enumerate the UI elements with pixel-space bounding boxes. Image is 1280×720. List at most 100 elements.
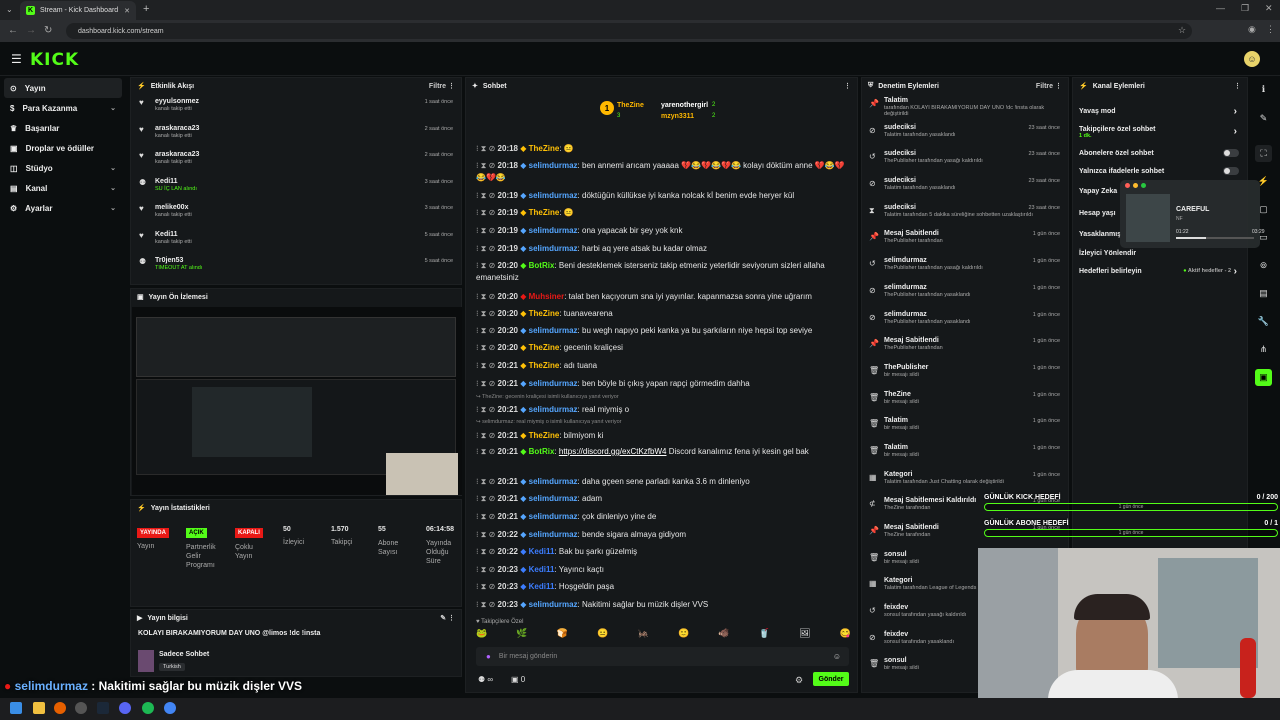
emote-icon[interactable]: 🐗 (718, 628, 729, 642)
mod-action-icon[interactable]: ⁝ ⧗ ⊘ (476, 431, 495, 440)
moderation-item[interactable]: ↺ selimdurmaz ThePublisher tarafından ya… (862, 254, 1068, 281)
moderation-item[interactable]: 📌 Mesaj Sabitlendi ThePublisher tarafınd… (862, 227, 1068, 254)
spotify-icon[interactable] (142, 702, 154, 714)
gifter-1-name[interactable]: TheZine (617, 102, 644, 109)
moderation-item[interactable]: 🗑 Talatim bir mesajı sildi 1 gün önce (862, 441, 1068, 468)
reload-icon[interactable]: ↻ (44, 25, 52, 36)
minimize-icon[interactable]: — (1216, 3, 1225, 13)
message-username[interactable]: selimdurmaz (529, 226, 578, 235)
chat-message[interactable]: ⁝ ⧗ ⊘ 20:22 ◆ Kedi11: Bak bu şarkı güzel… (476, 546, 848, 558)
activity-item[interactable]: ⚉ Kedi11 SU İÇ LAN alındı 3 saat önce (131, 174, 461, 201)
mod-action-icon[interactable]: ⁝ ⧗ ⊘ (476, 144, 495, 153)
hamburger-menu-icon[interactable]: ☰ (11, 52, 22, 66)
new-tab-icon[interactable]: + (143, 3, 149, 15)
mod-action-icon[interactable]: ⁝ ⧗ ⊘ (476, 547, 495, 556)
mod-action-icon[interactable]: ⁝ ⧗ ⊘ (476, 343, 495, 352)
activity-item[interactable]: ♥ eyyulsonmez kanalı takip etti 1 saat ö… (131, 94, 461, 121)
layout-rail-icon[interactable]: ▤ (1255, 285, 1272, 302)
pencil-rail-icon[interactable]: ✎ (1255, 110, 1272, 127)
chat-message[interactable]: ⁝ ⧗ ⊘ 20:20 ◆ Muhsiner: talat ben kaçıyo… (476, 291, 848, 303)
moderation-item[interactable]: ▦ Kategori Talatim tarafından Just Chatt… (862, 468, 1068, 495)
chat-message[interactable]: ⁝ ⧗ ⊘ 20:21 ◆ selimdurmaz: real miymiş o (476, 404, 848, 416)
chat-message[interactable]: ⁝ ⧗ ⊘ 20:19 ◆ selimdurmaz: harbi aq yere… (476, 243, 848, 255)
emote-icon[interactable]: 🦗 (638, 628, 649, 642)
activity-item[interactable]: ♥ Kedi11 kanalı takip etti 5 saat önce (131, 227, 461, 254)
chat-message[interactable]: ⁝ ⧗ ⊘ 20:23 ◆ Kedi11: Hoşgeldin paşa (476, 581, 848, 593)
close-window-icon[interactable]: ✕ (1265, 3, 1273, 14)
windows-start-icon[interactable] (10, 702, 22, 714)
gifter-3-name[interactable]: mzyn3311 (661, 113, 694, 120)
message-username[interactable]: TheZine (529, 309, 560, 318)
message-username[interactable]: selimdurmaz (529, 244, 578, 253)
followers-only-row[interactable]: Takipçilere özel sohbet 1 dk. › (1073, 120, 1247, 144)
emote-icon[interactable]: 🍞 (557, 628, 568, 642)
moderation-item[interactable]: ⊘ selimdurmaz ThePublisher tarafından ya… (862, 281, 1068, 308)
mod-action-icon[interactable]: ⁝ ⧗ ⊘ (476, 565, 495, 574)
mod-action-icon[interactable]: ⁝ ⧗ ⊘ (476, 530, 495, 539)
chrome-icon[interactable] (164, 702, 176, 714)
forward-icon[interactable]: → (26, 25, 36, 36)
tab-list-icon[interactable]: ⌄ (6, 5, 13, 14)
message-username[interactable]: Kedi11 (529, 582, 555, 591)
mod-action-icon[interactable]: ⁝ ⧗ ⊘ (476, 208, 495, 217)
obs-icon[interactable] (75, 702, 87, 714)
mod-action-icon[interactable]: ⁝ ⧗ ⊘ (476, 582, 495, 591)
chat-message[interactable]: ⁝ ⧗ ⊘ 20:20 ◆ TheZine: tuanavearena (476, 308, 848, 320)
emote-icon[interactable]: 🙂 (678, 628, 689, 642)
file-explorer-icon[interactable] (33, 702, 45, 714)
chat-input[interactable]: ● Bir mesaj gönderin ☺ (476, 647, 849, 666)
sidebar-item-droplar[interactable]: ▣ Droplar ve ödüller (0, 138, 126, 158)
message-username[interactable]: selimdurmaz (529, 477, 578, 486)
chat-message[interactable]: ⁝ ⧗ ⊘ 20:21 ◆ selimdurmaz: daha gçeen se… (476, 476, 848, 488)
lightning-rail-icon[interactable]: ⚡ (1255, 173, 1272, 190)
mod-action-icon[interactable]: ⁝ ⧗ ⊘ (476, 361, 495, 370)
message-username[interactable]: selimdurmaz (529, 191, 578, 200)
message-username[interactable]: TheZine (529, 361, 560, 370)
moderation-item[interactable]: ⊘ sudeciksi Talatim tarafından yasakland… (862, 174, 1068, 201)
subscribers-only-row[interactable]: Abonelere özel sohbet (1073, 144, 1247, 162)
url-input[interactable]: dashboard.kick.com/stream (66, 23, 1192, 39)
back-icon[interactable]: ← (8, 25, 18, 36)
emote-icon[interactable]: 🌿 (516, 628, 527, 642)
chat-message[interactable]: ⁝ ⧗ ⊘ 20:21 ◆ TheZine: adı tuana (476, 360, 848, 372)
close-dot-icon[interactable] (1125, 183, 1130, 188)
firefox-icon[interactable] (54, 702, 66, 714)
discord-icon[interactable] (119, 702, 131, 714)
emote-icon[interactable]: 😋 (840, 628, 851, 642)
broadcast-rail-icon[interactable]: ⊚ (1255, 257, 1272, 274)
moderation-item[interactable]: ⊘ selimdurmaz ThePublisher tarafından ya… (862, 308, 1068, 335)
message-link[interactable]: https://discord.gg/exCtKzfbW4 (559, 447, 667, 456)
mod-action-icon[interactable]: ⁝ ⧗ ⊘ (476, 292, 495, 301)
mod-action-icon[interactable]: ⁝ ⧗ ⊘ (476, 600, 495, 609)
slow-mode-row[interactable]: Yavaş mod › (1073, 102, 1247, 120)
chat-message[interactable]: ⁝ ⧗ ⊘ 20:21 ◆ BotRix: https://discord.gg… (476, 446, 848, 458)
expand-rail-icon[interactable]: ⛶ (1255, 145, 1272, 162)
message-username[interactable]: selimdurmaz (529, 405, 578, 414)
chat-rail-icon[interactable]: ▭ (1255, 229, 1272, 246)
chat-message[interactable]: ⁝ ⧗ ⊘ 20:19 ◆ selimdurmaz: ona yapacak b… (476, 225, 848, 237)
activity-filter-button[interactable]: Filtre ⋮ (429, 82, 455, 90)
message-username[interactable]: selimdurmaz (529, 512, 578, 521)
chat-menu-icon[interactable]: ⋮ (844, 82, 851, 90)
chat-message[interactable]: ⁝ ⧗ ⊘ 20:19 ◆ selimdurmaz: döktüğün küll… (476, 190, 848, 202)
stream-preview-video[interactable] (132, 307, 462, 495)
message-username[interactable]: TheZine (529, 431, 560, 440)
mod-action-icon[interactable]: ⁝ ⧗ ⊘ (476, 494, 495, 503)
mod-action-icon[interactable]: ⁝ ⧗ ⊘ (476, 477, 495, 486)
share-rail-icon[interactable]: ⋔ (1255, 341, 1272, 358)
microphone-icon[interactable]: ● (486, 652, 491, 661)
chat-message[interactable]: ⁝ ⧗ ⊘ 20:21 ◆ selimdurmaz: çok dinleniyo… (476, 511, 848, 523)
emote-only-row[interactable]: Yalnızca ifadelerle sohbet (1073, 162, 1247, 180)
mod-action-icon[interactable]: ⁝ ⧗ ⊘ (476, 309, 495, 318)
browser-tab[interactable]: K Stream - Kick Dashboard ✕ (20, 1, 136, 20)
moderation-item[interactable]: 🗑 ThePublisher bir mesajı sildi 1 gün ön… (862, 361, 1068, 388)
moderation-item[interactable]: 🗑 Talatim bir mesajı sildi 1 gün önce (862, 414, 1068, 441)
activity-item[interactable]: ⚉ Tr0jen53 TIMEOUT AT alındı 5 saat önce (131, 253, 461, 280)
bookmark-star-icon[interactable]: ☆ (1178, 25, 1186, 36)
emote-icon[interactable]: 🖼 (799, 628, 810, 642)
message-username[interactable]: BotRix (529, 261, 555, 270)
message-username[interactable]: selimdurmaz (529, 379, 578, 388)
gifter-2-name[interactable]: yarenothergirl (661, 102, 708, 109)
add-widget-rail-icon[interactable]: ▣ (1255, 369, 1272, 386)
sidebar-item-basarilar[interactable]: ♛ Başarılar (0, 118, 126, 138)
